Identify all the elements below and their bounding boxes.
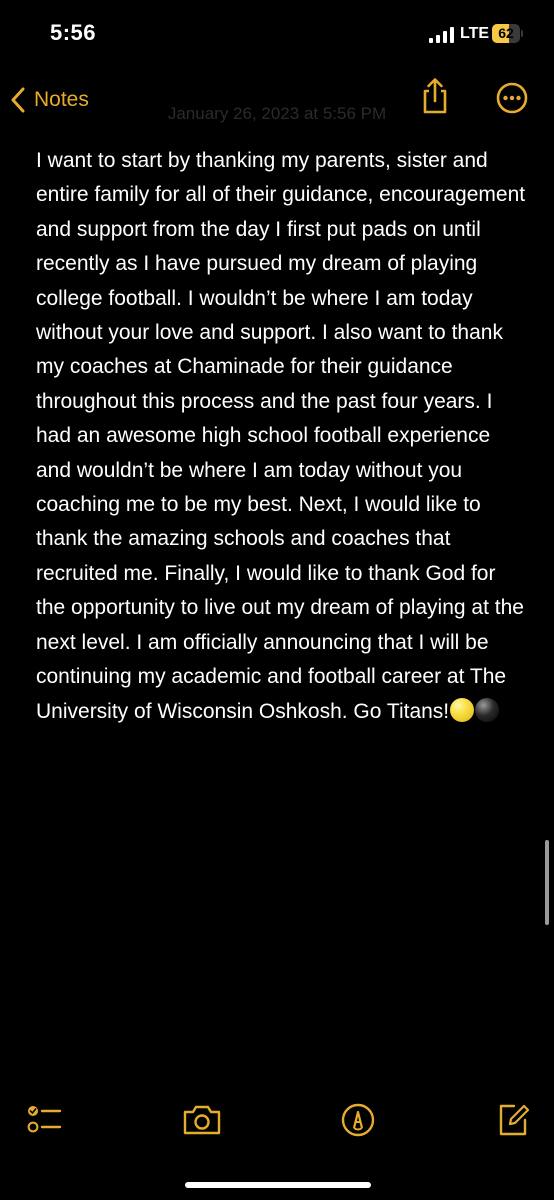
checklist-button[interactable]	[24, 1098, 68, 1142]
markup-pen-icon	[341, 1103, 375, 1137]
note-body[interactable]: I want to start by thanking my parents, …	[36, 144, 528, 729]
compose-icon	[499, 1104, 530, 1136]
more-options-button[interactable]	[496, 82, 528, 114]
back-label: Notes	[34, 88, 89, 111]
ellipsis-circle-icon	[496, 82, 528, 114]
markup-button[interactable]	[336, 1098, 380, 1142]
bottom-toolbar	[0, 1090, 554, 1150]
black-circle-emoji	[475, 697, 500, 722]
battery-level: 62	[498, 25, 514, 41]
camera-button[interactable]	[180, 1098, 224, 1142]
battery-icon: 62	[492, 24, 524, 43]
checklist-icon	[27, 1106, 62, 1133]
home-indicator[interactable]	[185, 1182, 371, 1188]
scroll-indicator[interactable]	[545, 840, 549, 925]
status-bar: 5:56 LTE 62	[0, 0, 554, 70]
chevron-left-icon	[11, 87, 25, 113]
camera-icon	[183, 1105, 221, 1135]
yellow-circle-emoji	[450, 697, 475, 722]
network-type: LTE	[460, 25, 490, 42]
note-text: I want to start by thanking my parents, …	[36, 149, 526, 723]
compose-button[interactable]	[492, 1098, 536, 1142]
share-button[interactable]	[418, 76, 452, 116]
status-time: 5:56	[50, 20, 97, 45]
back-button[interactable]: Notes	[10, 80, 89, 120]
signal-bars-icon	[429, 27, 454, 43]
share-icon	[423, 78, 447, 114]
